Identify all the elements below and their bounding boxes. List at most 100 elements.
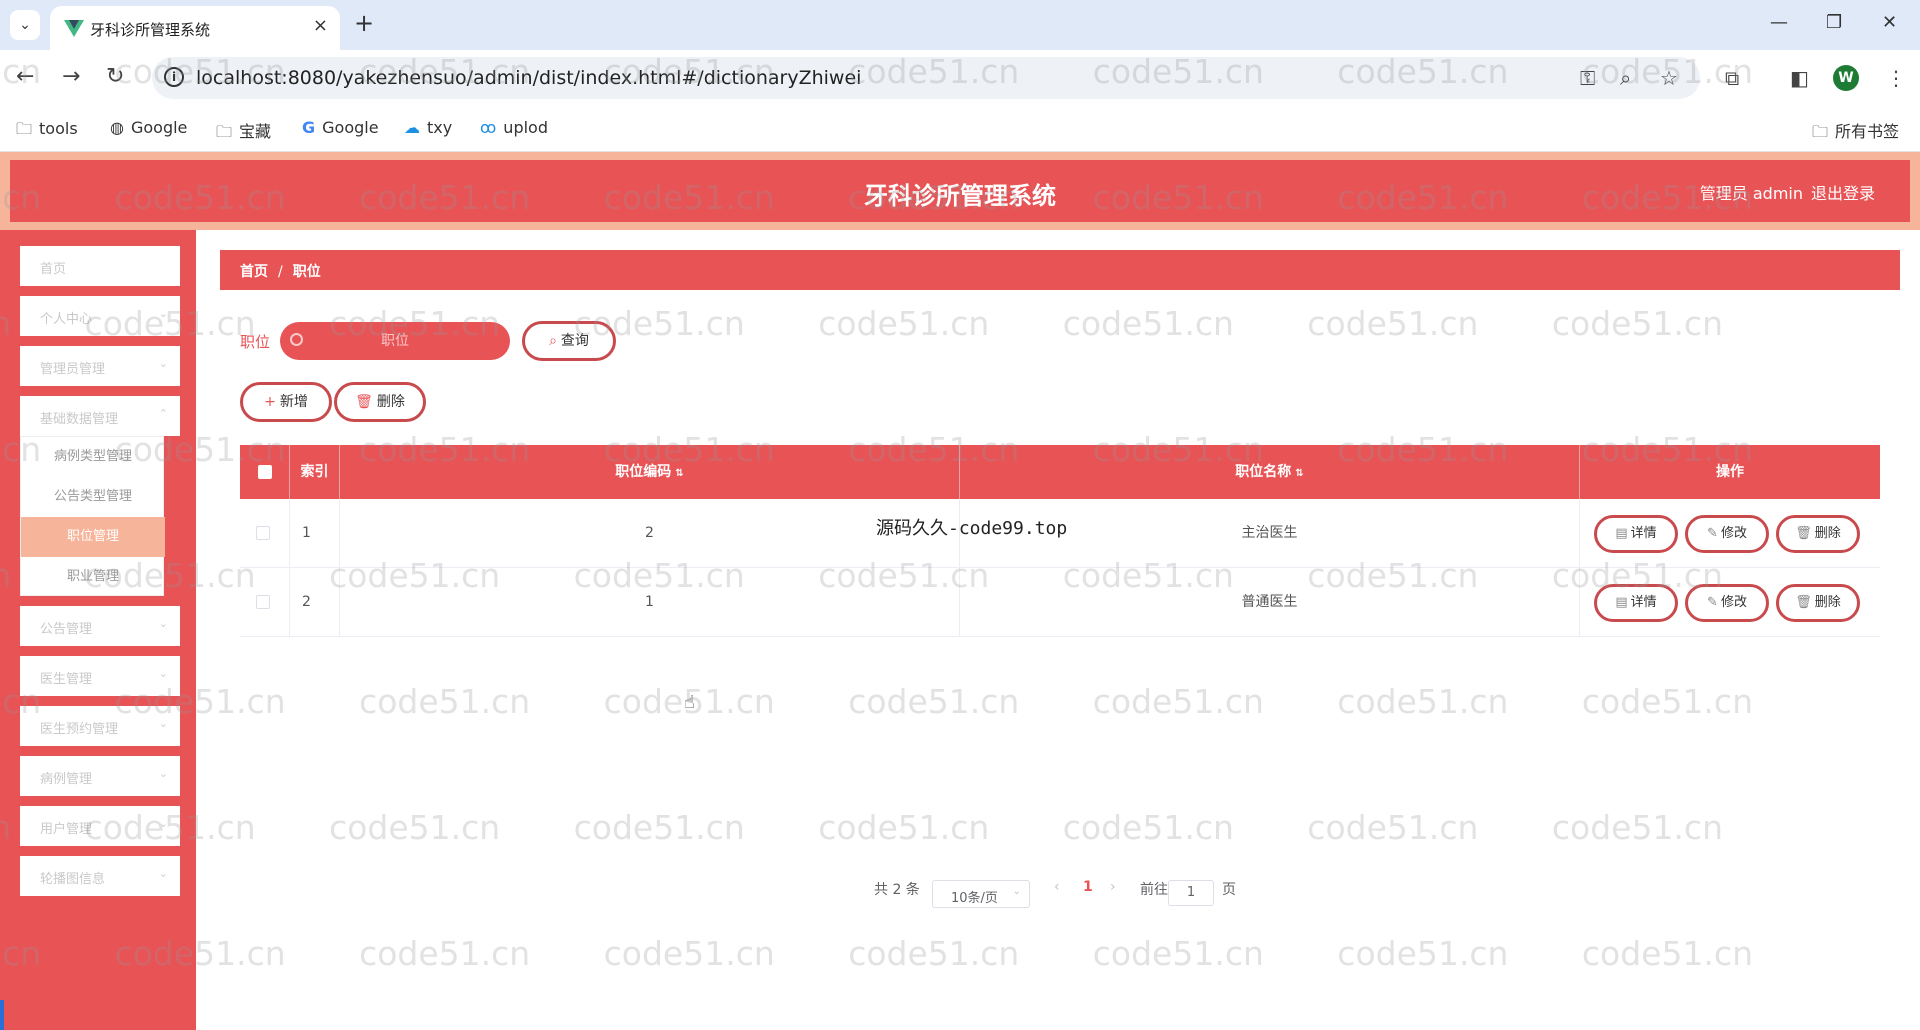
- submenu-case-type[interactable]: 病例类型管理: [21, 437, 165, 477]
- search-button[interactable]: ⌕ 查询: [522, 321, 616, 361]
- cell-code: 1: [340, 568, 960, 637]
- bookmark-item[interactable]: 🗀 宝藏: [216, 118, 271, 148]
- detail-button[interactable]: ▤ 详情: [1594, 515, 1678, 553]
- chevron-down-icon: ⌄: [158, 357, 168, 370]
- sort-icon[interactable]: ⇅: [675, 468, 683, 479]
- select-all-cell: [240, 445, 290, 499]
- tab-search-button[interactable]: ⌄: [10, 10, 40, 40]
- close-icon[interactable]: ×: [313, 15, 328, 36]
- search-icon: [290, 333, 303, 346]
- submenu-notice-type[interactable]: 公告类型管理: [21, 477, 165, 517]
- detail-button[interactable]: ▤ 详情: [1594, 584, 1678, 622]
- all-bookmarks[interactable]: 🗀 所有书签: [1812, 118, 1899, 148]
- profile-avatar[interactable]: W: [1833, 65, 1859, 91]
- page-number[interactable]: 1: [1083, 879, 1093, 895]
- sidebar-item-doctors[interactable]: 医生管理 ⌄: [20, 656, 180, 696]
- delete-button[interactable]: 🗑 删除: [1776, 515, 1860, 553]
- edit-button[interactable]: ✎ 修改: [1685, 584, 1769, 622]
- browser-toolbar: ← → ↻ i localhost:8080/yakezhensuo/admin…: [0, 50, 1920, 106]
- sidebar-item-appointments[interactable]: 医生预约管理 ⌄: [20, 706, 180, 746]
- edit-button[interactable]: ✎ 修改: [1685, 515, 1769, 553]
- sidebar-item-carousel[interactable]: 轮播图信息 ⌄: [20, 856, 180, 896]
- sidebar: 首页 个人中心 ⌄ 管理员管理 ⌄ 基础数据管理 ⌃ 病例类型管理 公告类型管理 职位…: [0, 230, 196, 1030]
- basic-data-submenu: 病例类型管理 公告类型管理 职位管理 职业管理: [20, 436, 165, 597]
- app-title: 牙科诊所管理系统: [864, 182, 1056, 210]
- cell-ops: ▤ 详情 ✎ 修改 🗑 删除: [1580, 568, 1880, 637]
- folder-icon: 🗀: [1812, 122, 1829, 141]
- goto-page-input[interactable]: 1: [1168, 880, 1214, 906]
- side-panel-icon[interactable]: ◧: [1790, 66, 1809, 90]
- minimize-icon[interactable]: —: [1770, 12, 1788, 33]
- breadcrumb-home[interactable]: 首页: [240, 264, 268, 280]
- password-key-icon[interactable]: ⚿: [1580, 66, 1595, 90]
- current-user: 管理员 admin: [1699, 184, 1803, 203]
- bookmark-item[interactable]: ꝏ uplod: [480, 118, 548, 137]
- address-bar[interactable]: i localhost:8080/yakezhensuo/admin/dist/…: [152, 57, 1700, 99]
- star-icon[interactable]: ☆: [1660, 66, 1678, 90]
- sidebar-item-profile[interactable]: 个人中心 ⌄: [20, 296, 180, 336]
- chevron-down-icon: ⌄: [158, 817, 168, 830]
- sidebar-item-basic-data[interactable]: 基础数据管理 ⌃: [20, 396, 180, 436]
- chevron-down-icon: ⌄: [158, 767, 168, 780]
- col-code[interactable]: 职位编码 ⇅: [340, 445, 960, 499]
- table-header: 索引 职位编码 ⇅ 职位名称 ⇅ 操作: [240, 445, 1880, 499]
- sidebar-item-admins[interactable]: 管理员管理 ⌄: [20, 346, 180, 386]
- page-size-select[interactable]: 10条/页 ⌄: [932, 880, 1030, 908]
- cell-code: 2: [340, 499, 960, 568]
- chevron-down-icon: ⌄: [1012, 886, 1021, 897]
- col-ops: 操作: [1716, 464, 1744, 480]
- chevron-down-icon: ⌄: [158, 307, 168, 320]
- select-all-checkbox[interactable]: [258, 465, 272, 479]
- hand-cursor-icon: ☝: [684, 692, 695, 713]
- forward-icon[interactable]: →: [62, 64, 80, 89]
- back-icon[interactable]: ←: [16, 64, 34, 89]
- add-button[interactable]: + 新增: [240, 382, 332, 422]
- search-icon: ⌕: [549, 333, 557, 349]
- bookmark-item[interactable]: ☁ txy: [404, 118, 452, 137]
- sort-icon[interactable]: ⇅: [1295, 468, 1303, 479]
- chevron-down-icon: ⌄: [158, 667, 168, 680]
- row-checkbox[interactable]: [256, 595, 270, 609]
- window-close-icon[interactable]: ✕: [1882, 12, 1897, 33]
- tab-title: 牙科诊所管理系统: [90, 21, 211, 39]
- trash-icon: 🗑: [1795, 595, 1812, 610]
- sidebar-item-users[interactable]: 用户管理 ⌄: [20, 806, 180, 846]
- goto-suffix: 页: [1222, 882, 1236, 898]
- position-search-input[interactable]: [310, 322, 480, 360]
- bookmark-item[interactable]: ◍ Google: [110, 118, 187, 137]
- edit-icon: ✎: [1707, 526, 1718, 541]
- col-index: 索引: [290, 445, 340, 499]
- menu-icon[interactable]: ⋮: [1886, 66, 1906, 90]
- reload-icon[interactable]: ↻: [106, 64, 124, 89]
- breadcrumb-separator: /: [278, 264, 283, 280]
- pagination-total: 共 2 条: [874, 882, 920, 898]
- browser-tab-bar: ⌄ 牙科诊所管理系统 × + — ❐ ✕: [0, 0, 1920, 50]
- sidebar-item-notices[interactable]: 公告管理 ⌄: [20, 606, 180, 646]
- submenu-position[interactable]: 职位管理: [21, 517, 165, 557]
- extensions-icon[interactable]: ⧉: [1725, 66, 1739, 90]
- next-page-icon[interactable]: ›: [1110, 879, 1116, 895]
- sidebar-item-home[interactable]: 首页: [20, 246, 180, 286]
- bookmark-item[interactable]: G Google: [302, 118, 379, 137]
- browser-tab[interactable]: 牙科诊所管理系统 ×: [50, 6, 340, 50]
- col-name[interactable]: 职位名称 ⇅: [960, 445, 1580, 499]
- main-content: 首页 / 职位 职位 ⌕查询 +新增 🗑删除 索引 职位编码⇅ 职位名称⇅ 操作 1…: [196, 230, 1920, 1030]
- site-info-icon[interactable]: i: [164, 67, 184, 87]
- restore-icon[interactable]: ❐: [1826, 12, 1842, 33]
- search-field[interactable]: [280, 322, 510, 360]
- delete-button[interactable]: 🗑 删除: [1776, 584, 1860, 622]
- batch-delete-button[interactable]: 🗑 删除: [334, 382, 426, 422]
- zoom-icon[interactable]: ⌕: [1620, 66, 1631, 90]
- document-icon: ▤: [1615, 595, 1628, 610]
- bookmark-item[interactable]: 🗀 tools: [16, 118, 78, 145]
- new-tab-button[interactable]: +: [354, 9, 374, 37]
- edit-icon: ✎: [1707, 595, 1718, 610]
- prev-page-icon[interactable]: ‹: [1054, 879, 1060, 895]
- plus-icon: +: [264, 394, 276, 410]
- row-checkbox[interactable]: [256, 526, 270, 540]
- chevron-down-icon: ⌄: [158, 717, 168, 730]
- sidebar-item-cases[interactable]: 病例管理 ⌄: [20, 756, 180, 796]
- logout-button[interactable]: 退出登录: [1811, 180, 1875, 204]
- submenu-occupation[interactable]: 职业管理: [21, 557, 165, 597]
- row-select-cell: [240, 568, 290, 637]
